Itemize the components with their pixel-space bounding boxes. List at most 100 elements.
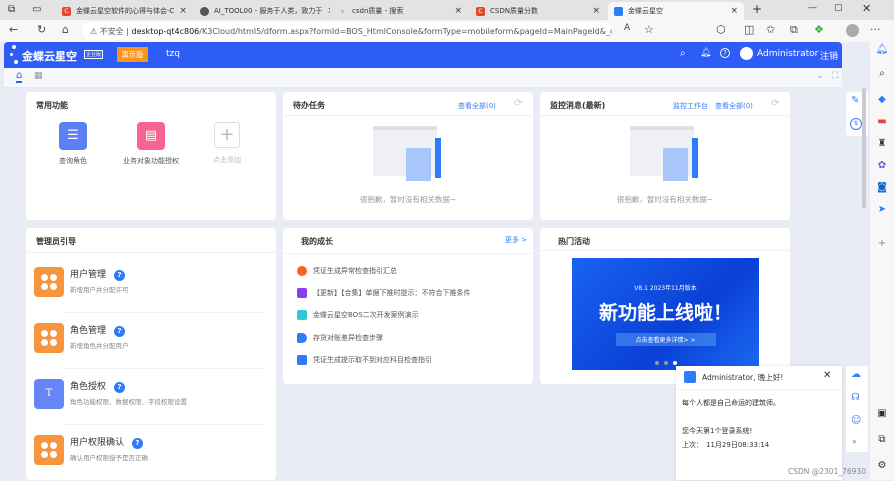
page-tabs-bar: ⌂ ▦ ⌄ ⛶	[4, 68, 842, 88]
toolbox-icon[interactable]: ▬	[874, 116, 890, 127]
help-icon[interactable]: ?	[114, 326, 126, 337]
hot-events-card: 热门活动 V8.1 2023年11月版本 新功能上线啦！ 点击查看更多详情> >	[540, 228, 790, 384]
bell-icon[interactable]: 🔔︎	[874, 44, 890, 55]
close-tab-icon[interactable]: ×	[730, 6, 738, 16]
close-tab-icon[interactable]: ×	[454, 6, 462, 16]
home-tab-icon[interactable]: ⌂	[16, 70, 23, 83]
smile-icon[interactable]: ☺	[851, 415, 861, 426]
user-avatar[interactable]	[740, 47, 753, 60]
favorite-icon[interactable]: ☆	[644, 23, 654, 36]
search-icon[interactable]: ⌕	[874, 68, 890, 79]
browser-tab[interactable]: C 金蝶云星空软件的心得与体会-C ×	[56, 2, 192, 20]
copilot-icon[interactable]: ✿	[874, 160, 890, 171]
browser-tab[interactable]: ⌕ csdn质量 - 搜索 ×	[332, 2, 468, 20]
home-icon[interactable]: ⌂	[62, 23, 69, 36]
maximize-button[interactable]: ▢	[834, 3, 843, 13]
logout-link[interactable]: 注销	[820, 49, 838, 62]
guide-item-role-management[interactable]: 角色管理? 新增角色并分配用户	[34, 313, 264, 369]
video-icon	[297, 310, 307, 320]
common-functions-card: 常用功能 ☰ 查询角色 ▤ 业务对象功能授权 + 点击添加	[26, 92, 276, 220]
monitor-workbench-link[interactable]: 监控工作台	[673, 101, 708, 111]
read-aloud-icon[interactable]: A	[624, 23, 630, 33]
settings-icon[interactable]: ⚙	[874, 460, 890, 471]
close-tab-icon[interactable]: ×	[179, 6, 187, 16]
outlook-icon[interactable]: ◙	[874, 182, 890, 193]
quick-item-object-auth[interactable]: ▤ 业务对象功能授权	[116, 122, 186, 166]
quick-item-query-role[interactable]: ☰ 查询角色	[48, 122, 98, 166]
bell-icon[interactable]: 🔔︎	[700, 48, 711, 58]
refresh-icon[interactable]: ⟳	[514, 98, 522, 109]
close-icon[interactable]: ✕	[823, 370, 831, 381]
service-toolbar: ☁ ☊ ☺ »	[846, 366, 868, 452]
help-icon[interactable]: ?	[132, 438, 144, 449]
growth-item[interactable]: 【更新】【合集】单据下推时提示：不符合下推条件	[297, 288, 471, 298]
apps-tab-icon[interactable]: ▦	[34, 71, 43, 81]
search-icon[interactable]: ⌕	[680, 48, 686, 59]
screen-icon[interactable]: ▣	[874, 408, 890, 419]
favorites-icon[interactable]: ✩	[766, 23, 775, 36]
growth-item[interactable]: 存货对账差异检查步骤	[297, 333, 383, 343]
close-tab-icon[interactable]: ×	[327, 6, 330, 16]
card-title: 热门活动	[558, 237, 590, 246]
url-input[interactable]: ⚠ 不安全 | desktop-qt4c806 /K3Cloud/html5/d…	[82, 22, 612, 40]
send-icon[interactable]: ➤	[874, 204, 890, 215]
switch-icon[interactable]: ⇅	[850, 118, 862, 130]
quick-item-add[interactable]: + 点击添加	[202, 122, 252, 165]
guide-item-permission-confirm[interactable]: 用户权限确认? 确认用户权限授予是否正确	[34, 425, 264, 481]
empty-illustration	[373, 126, 463, 181]
eraser-icon[interactable]: ✎	[851, 95, 859, 106]
speaker-icon	[297, 333, 307, 343]
greeting-popup: Administrator, 晚上好! ✕ 每个人都是自己命运的建筑师。 您今天…	[676, 366, 842, 480]
back-icon[interactable]: ←	[9, 23, 18, 36]
address-bar-row: ← ↻ ⌂ ⚠ 不安全 | desktop-qt4c806 /K3Cloud/h…	[0, 20, 894, 42]
guide-item-role-authorization[interactable]: T 角色授权? 角色功能权限、数据权限、字段权限设置	[34, 369, 264, 425]
folder-icon: ☰	[59, 122, 87, 150]
chart-icon	[297, 355, 307, 365]
external-link-icon[interactable]: ⧉	[874, 434, 890, 445]
help-icon[interactable]: ?	[720, 48, 730, 58]
scrollbar[interactable]	[862, 88, 866, 208]
growth-item[interactable]: 凭证生成提示取不到对应科目检查指引	[297, 355, 432, 365]
add-icon[interactable]: +	[874, 238, 890, 249]
tag-icon[interactable]: ◆	[874, 94, 890, 105]
browser-tab-active[interactable]: 金蝶云星空 ×	[608, 2, 744, 20]
extension-icon[interactable]: ❖	[814, 23, 824, 36]
extensions-icon[interactable]: ⬡	[716, 23, 726, 36]
my-growth-card: 我的成长 更多 > 凭证生成异常检查指引汇总 【更新】【合集】单据下推时提示：不…	[283, 228, 533, 384]
promo-banner[interactable]: V8.1 2023年11月版本 新功能上线啦！ 点击查看更多详情> >	[572, 258, 759, 370]
browser-tab[interactable]: C CSDN质量分数 ×	[470, 2, 606, 20]
split-screen-icon[interactable]: ◫	[744, 23, 754, 36]
org-selector[interactable]: tzq	[166, 49, 180, 59]
tab-actions-icon[interactable]: ▭	[32, 4, 41, 15]
edge-sidebar: 🔔︎ ⌕ ◆ ▬ ♜ ✿ ◙ ➤ + ▣ ⧉ ⚙	[870, 42, 894, 480]
view-all-link[interactable]: 查看全部(0)	[715, 101, 753, 111]
close-window-button[interactable]: ✕	[862, 2, 871, 15]
refresh-icon[interactable]: ⟳	[771, 98, 779, 109]
refresh-icon[interactable]: ↻	[37, 23, 46, 36]
view-all-link[interactable]: 查看全部(0)	[458, 101, 496, 111]
expand-icon[interactable]: »	[852, 437, 857, 446]
divider	[540, 115, 790, 116]
collapse-icon[interactable]: ⌄	[816, 71, 824, 81]
growth-item[interactable]: 金蝶云星空BOS二次开发案例演示	[297, 310, 419, 320]
fullscreen-icon[interactable]: ⛶	[832, 71, 838, 81]
growth-item[interactable]: 凭证生成异常检查指引汇总	[297, 266, 397, 276]
collections-icon[interactable]: ⧉	[790, 23, 798, 37]
help-icon[interactable]: ?	[114, 270, 126, 281]
more-link[interactable]: 更多 >	[505, 235, 527, 245]
minimize-button[interactable]: —	[808, 3, 817, 13]
divider	[540, 250, 790, 251]
user-name[interactable]: Administrator	[757, 49, 818, 59]
close-tab-icon[interactable]: ×	[592, 6, 600, 16]
cloud-icon[interactable]: ☁	[851, 369, 861, 380]
new-tab-button[interactable]: +	[752, 2, 762, 16]
more-icon[interactable]: ···	[870, 23, 881, 36]
guide-item-user-management[interactable]: 用户管理? 新增用户并分配许可	[34, 257, 264, 313]
workspaces-icon[interactable]: ⧉	[8, 4, 15, 15]
browser-tab[interactable]: AI_TOOL00 - 服务于人类，致力于×	[194, 2, 330, 20]
help-icon[interactable]: ?	[114, 382, 126, 393]
details-button[interactable]: 点击查看更多详情> >	[615, 333, 716, 346]
headset-icon[interactable]: ☊	[851, 392, 860, 403]
profile-avatar[interactable]	[846, 24, 859, 37]
games-icon[interactable]: ♜	[874, 138, 890, 149]
